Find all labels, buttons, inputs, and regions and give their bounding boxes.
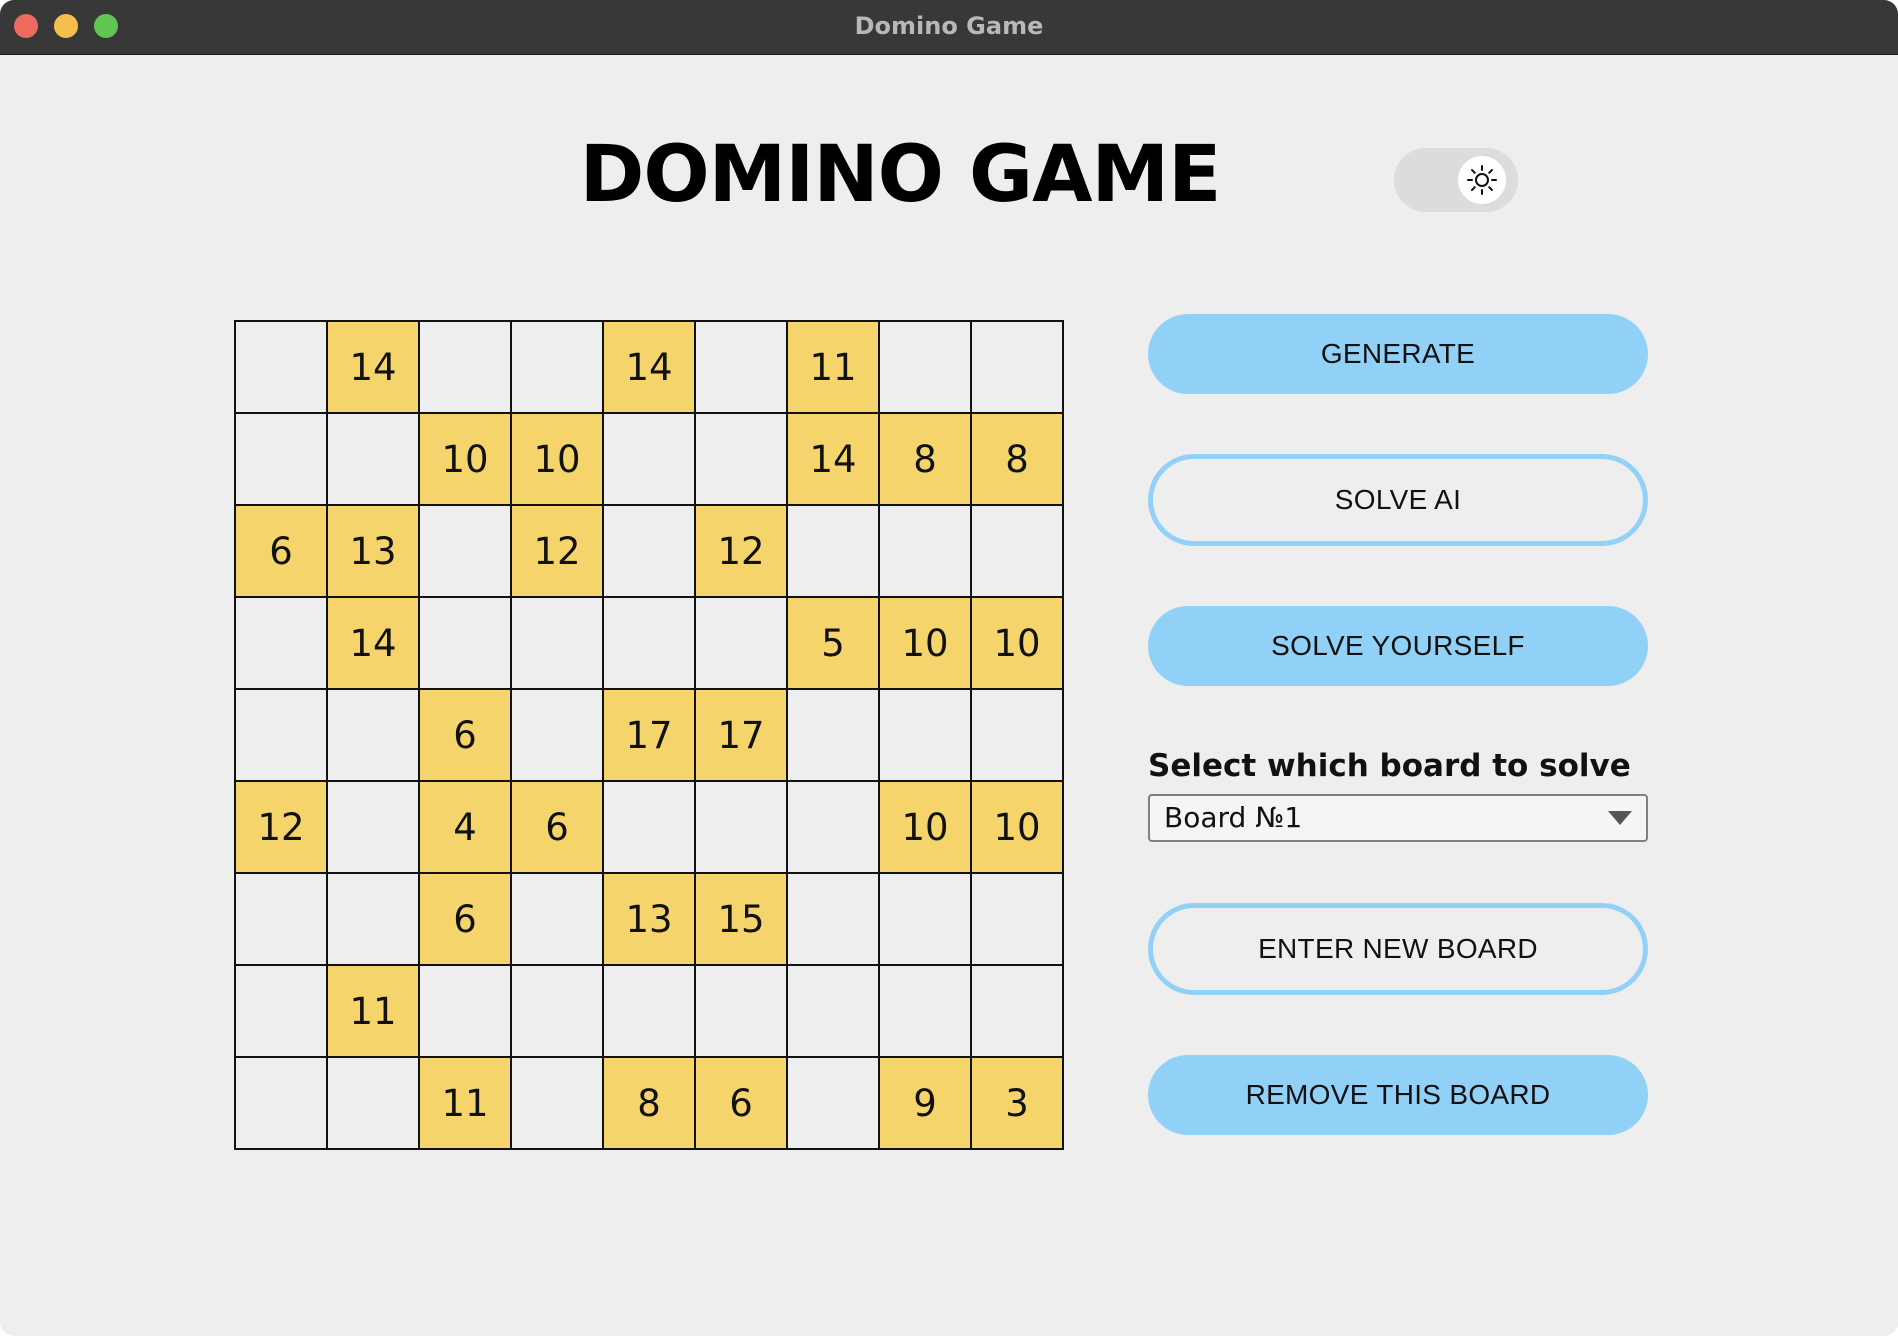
board-cell[interactable]: 11 (328, 966, 420, 1058)
board-cell[interactable] (236, 690, 328, 782)
theme-toggle-knob (1458, 156, 1506, 204)
board-cell[interactable] (328, 414, 420, 506)
board-cell[interactable] (604, 598, 696, 690)
board-cell[interactable]: 6 (420, 874, 512, 966)
solve-ai-button[interactable]: SOLVE AI (1148, 454, 1648, 546)
board-cell[interactable]: 14 (328, 598, 420, 690)
board-cell[interactable]: 10 (420, 414, 512, 506)
board-cell[interactable]: 17 (604, 690, 696, 782)
board-cell[interactable]: 6 (696, 1058, 788, 1150)
window-title: Domino Game (854, 12, 1044, 40)
board-cell[interactable]: 12 (236, 782, 328, 874)
board-cell[interactable]: 5 (788, 598, 880, 690)
board-cell[interactable] (604, 966, 696, 1058)
remove-board-button[interactable]: REMOVE THIS BOARD (1148, 1055, 1648, 1135)
board-cell[interactable]: 6 (512, 782, 604, 874)
board-cell[interactable] (512, 598, 604, 690)
board-cell[interactable] (696, 322, 788, 414)
board-cell[interactable] (236, 1058, 328, 1150)
board-cell[interactable] (236, 966, 328, 1058)
board-cell[interactable]: 11 (788, 322, 880, 414)
theme-toggle[interactable] (1394, 148, 1518, 212)
board-cell[interactable] (696, 414, 788, 506)
board-cell[interactable]: 13 (328, 506, 420, 598)
board-cell[interactable] (236, 598, 328, 690)
enter-new-board-button[interactable]: ENTER NEW BOARD (1148, 903, 1648, 995)
board-cell[interactable] (880, 690, 972, 782)
board-cell[interactable] (420, 966, 512, 1058)
board-cell[interactable] (420, 506, 512, 598)
board-cell[interactable] (788, 874, 880, 966)
board-cell[interactable] (328, 1058, 420, 1150)
board-cell[interactable]: 11 (420, 1058, 512, 1150)
board-cell[interactable] (880, 506, 972, 598)
board-cell[interactable] (696, 598, 788, 690)
board-cell[interactable]: 13 (604, 874, 696, 966)
board-cell[interactable] (788, 1058, 880, 1150)
board-cell[interactable]: 12 (696, 506, 788, 598)
board-cell[interactable]: 15 (696, 874, 788, 966)
board-cell[interactable] (696, 782, 788, 874)
generate-button[interactable]: GENERATE (1148, 314, 1648, 394)
board-cell[interactable]: 6 (420, 690, 512, 782)
board-cell[interactable]: 8 (972, 414, 1064, 506)
board-cell[interactable] (420, 598, 512, 690)
board-select-label: Select which board to solve (1148, 748, 1631, 784)
board-cell[interactable] (328, 690, 420, 782)
board-cell[interactable] (236, 874, 328, 966)
page-title: DOMINO GAME (579, 130, 1222, 220)
board-cell[interactable] (512, 966, 604, 1058)
board-cell[interactable]: 9 (880, 1058, 972, 1150)
board-cell[interactable] (788, 966, 880, 1058)
board-cell[interactable]: 6 (236, 506, 328, 598)
chevron-down-icon (1608, 811, 1632, 825)
board-cell[interactable] (512, 690, 604, 782)
board-cell[interactable] (512, 322, 604, 414)
board-cell[interactable] (328, 874, 420, 966)
board-cell[interactable]: 14 (328, 322, 420, 414)
board-cell[interactable]: 10 (972, 782, 1064, 874)
solve-yourself-button[interactable]: SOLVE YOURSELF (1148, 606, 1648, 686)
board-cell[interactable]: 14 (604, 322, 696, 414)
board-cell[interactable]: 8 (880, 414, 972, 506)
board-cell[interactable] (788, 506, 880, 598)
board-cell[interactable] (788, 782, 880, 874)
board-cell[interactable]: 14 (788, 414, 880, 506)
board-cell[interactable] (972, 690, 1064, 782)
board-cell[interactable] (512, 1058, 604, 1150)
board-cell[interactable] (880, 966, 972, 1058)
board-cell[interactable]: 8 (604, 1058, 696, 1150)
board-cell[interactable]: 10 (972, 598, 1064, 690)
board-cell[interactable] (328, 782, 420, 874)
board-cell[interactable]: 12 (512, 506, 604, 598)
board-cell[interactable] (880, 322, 972, 414)
board-cell[interactable]: 4 (420, 782, 512, 874)
board-cell[interactable] (880, 874, 972, 966)
board-cell[interactable]: 3 (972, 1058, 1064, 1150)
board-select-value: Board №1 (1164, 801, 1303, 834)
board-cell[interactable] (788, 690, 880, 782)
domino-board: 14 14 11 10 10 14 8 8 6 13 12 12 14 5 10 10 6 17 17 12 4 6 10 1… (234, 320, 1064, 1150)
board-cell[interactable] (696, 966, 788, 1058)
app-window: Domino Game DOMINO GAME 14 14 11 10 10 1… (0, 0, 1898, 1336)
board-cell[interactable]: 10 (512, 414, 604, 506)
board-cell[interactable]: 10 (880, 782, 972, 874)
board-cell[interactable] (972, 966, 1064, 1058)
board-cell[interactable] (972, 322, 1064, 414)
board-cell[interactable]: 10 (880, 598, 972, 690)
board-cell[interactable] (512, 874, 604, 966)
board-cell[interactable] (972, 506, 1064, 598)
board-cell[interactable] (420, 322, 512, 414)
board-cell[interactable] (236, 414, 328, 506)
board-cell[interactable] (604, 414, 696, 506)
board-cell[interactable] (972, 874, 1064, 966)
board-cell[interactable] (604, 506, 696, 598)
board-cell[interactable] (236, 322, 328, 414)
board-select[interactable]: Board №1 (1148, 794, 1648, 842)
board-cell[interactable] (604, 782, 696, 874)
title-bar: Domino Game (0, 0, 1898, 55)
board-cell[interactable]: 17 (696, 690, 788, 782)
